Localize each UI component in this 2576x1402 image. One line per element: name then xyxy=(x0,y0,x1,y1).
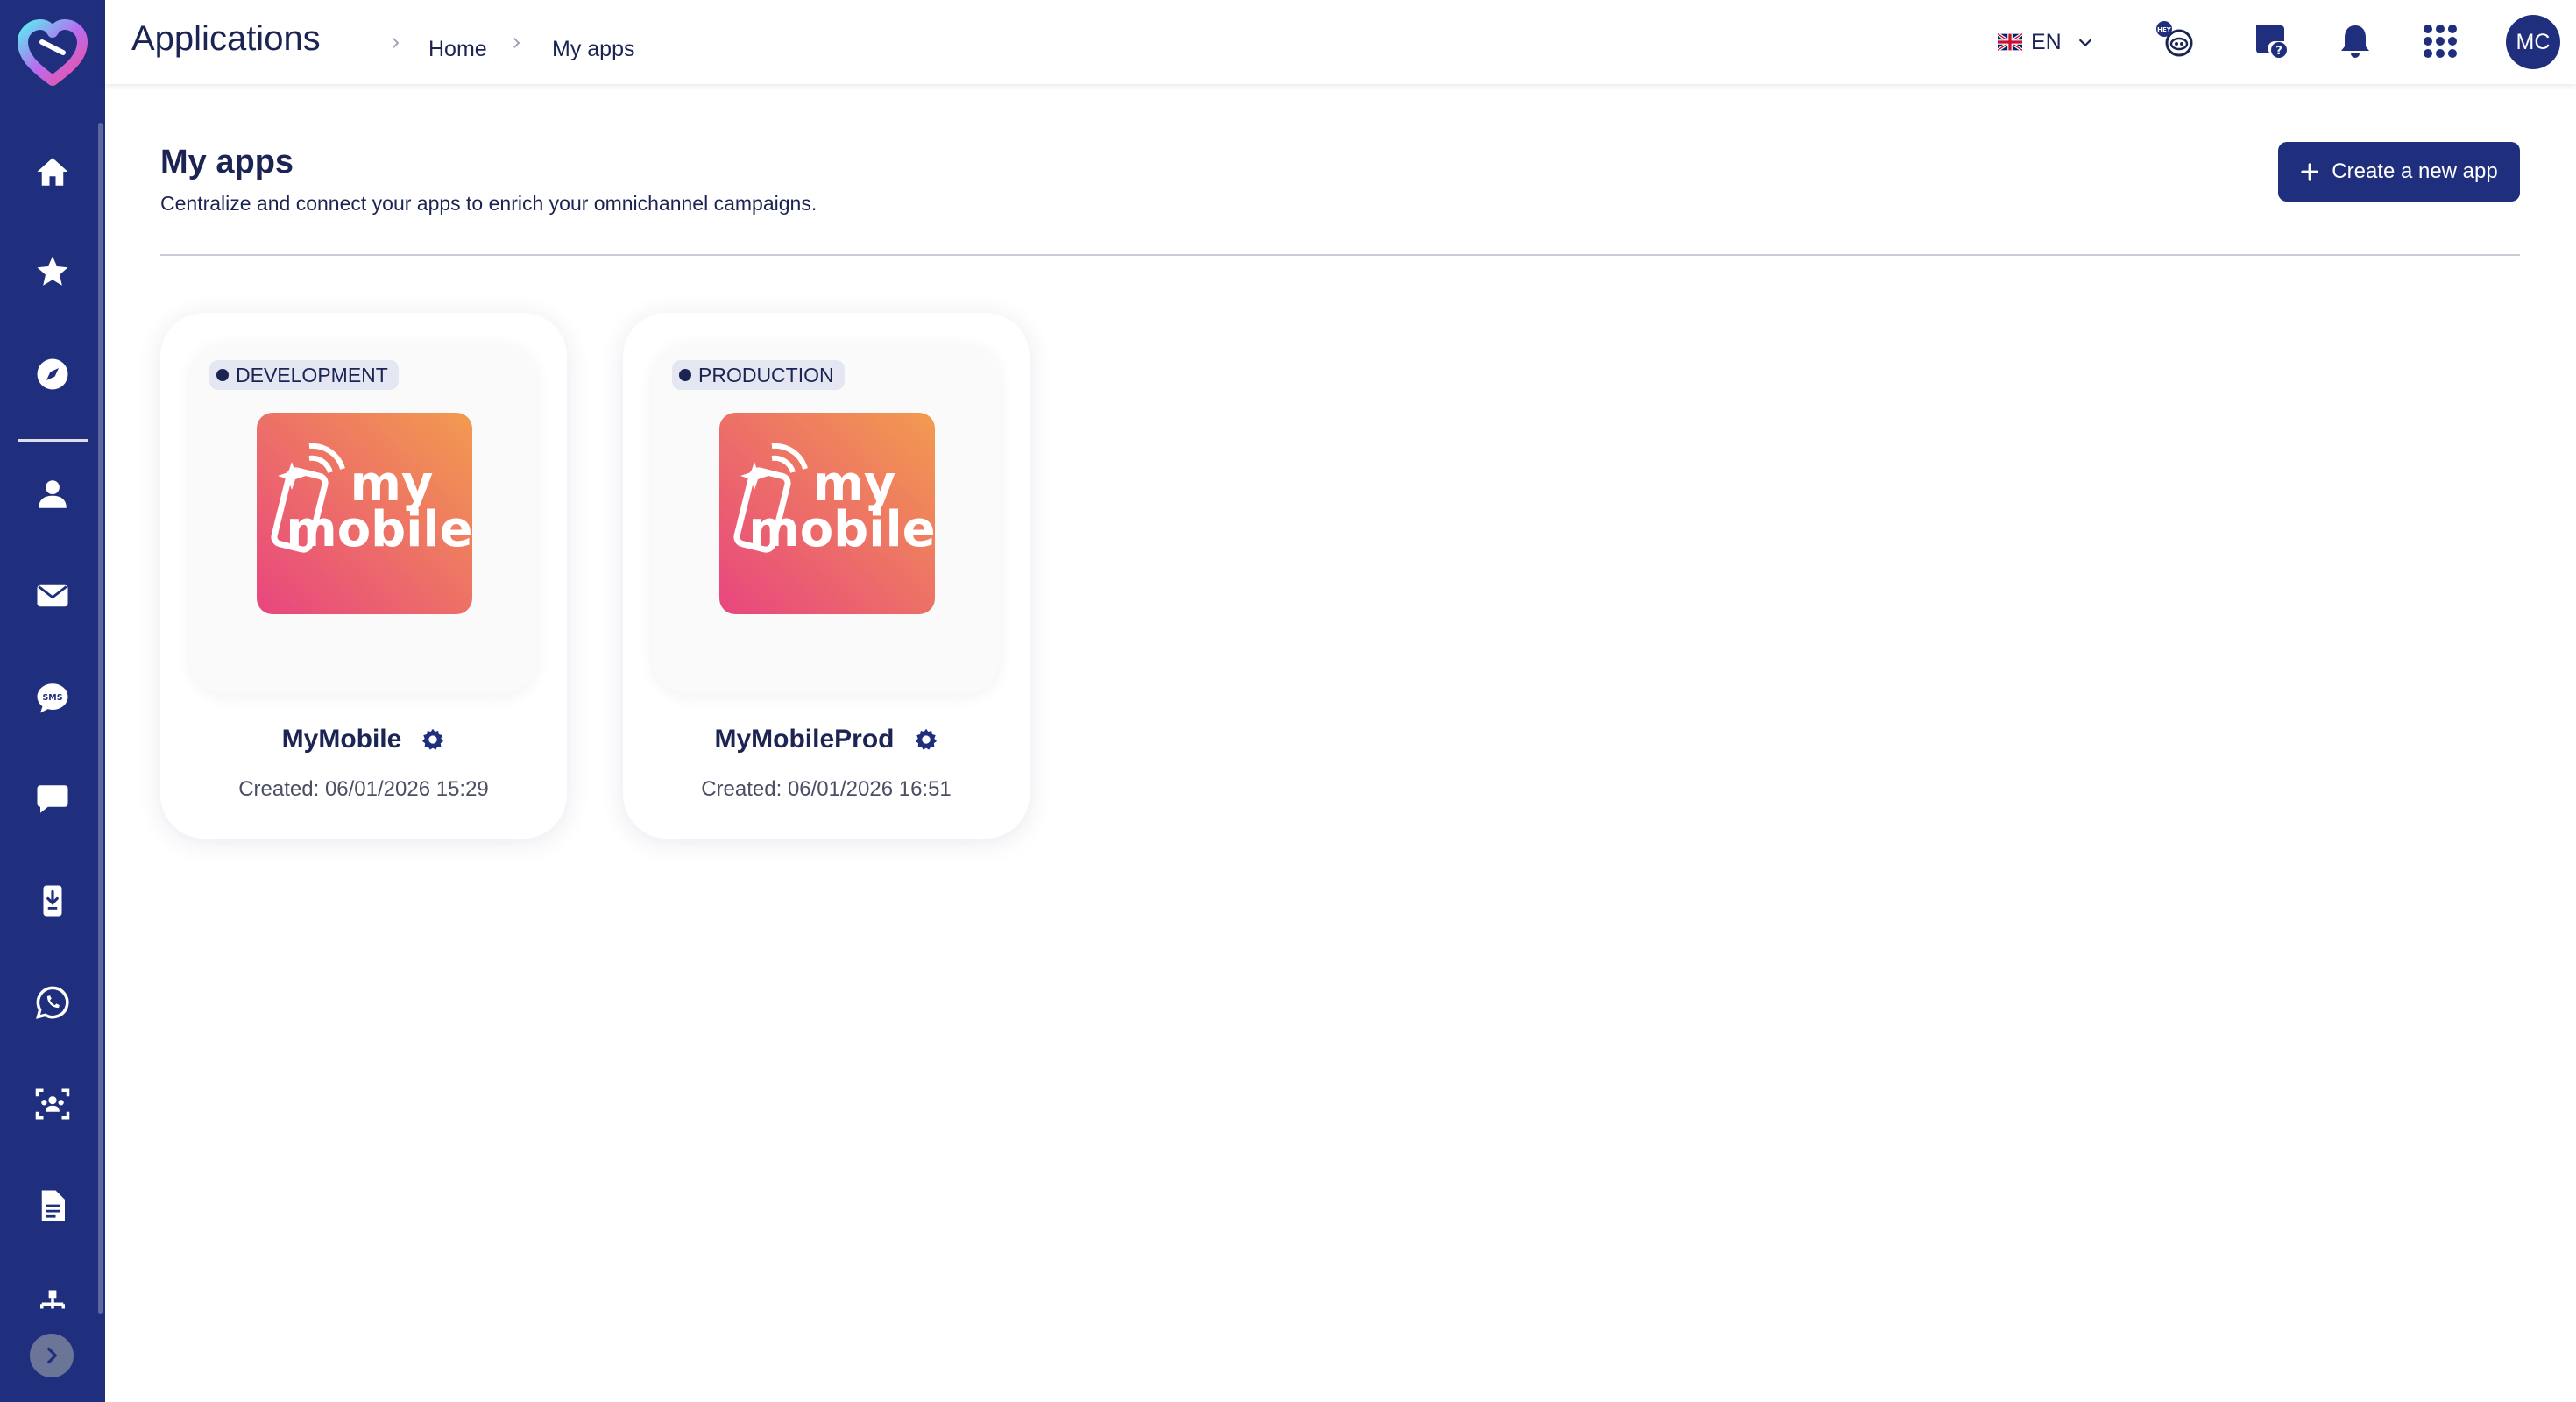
sidebar-item-hierarchy[interactable] xyxy=(26,1279,79,1332)
apps-grid-button[interactable] xyxy=(2417,18,2464,65)
breadcrumb-separator-icon xyxy=(393,38,400,48)
sidebar-scrollbar[interactable] xyxy=(98,123,103,1314)
sidebar: SMS xyxy=(0,0,105,1402)
sidebar-divider xyxy=(18,439,88,442)
sidebar-item-chat[interactable] xyxy=(26,773,79,825)
app-name[interactable]: MyMobileProd xyxy=(714,725,894,754)
environment-badge: PRODUCTION xyxy=(672,360,845,390)
sidebar-item-home[interactable] xyxy=(26,145,79,198)
mymobile-app-logo: my mobile xyxy=(257,413,472,614)
breadcrumb-separator-icon xyxy=(513,38,520,48)
plus-icon xyxy=(2301,163,2318,181)
help-center-icon: ? xyxy=(2256,25,2287,58)
language-label: EN xyxy=(2031,29,2062,54)
user-avatar[interactable]: MC xyxy=(2506,15,2560,69)
sidebar-item-whatsapp[interactable] xyxy=(26,976,79,1029)
sidebar-item-mobile-push[interactable] xyxy=(26,874,79,927)
app-name-row: MyMobileProd xyxy=(623,725,1030,754)
app-title: Applications xyxy=(131,19,321,58)
compass-icon xyxy=(37,358,68,390)
gear-icon[interactable] xyxy=(421,727,445,752)
sms-icon-label: SMS xyxy=(43,693,63,703)
notifications-button[interactable] xyxy=(2332,18,2379,65)
app-card[interactable]: DEVELOPMENT my mobile MyMobile Created: … xyxy=(160,313,567,839)
environment-label: PRODUCTION xyxy=(698,363,834,386)
hey-badge-label: HEY xyxy=(2157,26,2172,33)
page-subtitle: Centralize and connect your apps to enri… xyxy=(160,192,817,215)
sidebar-item-explore[interactable] xyxy=(26,348,79,400)
hey-assistant-icon: HEY xyxy=(2156,21,2193,57)
logo-text-mobile: mobile xyxy=(748,501,935,558)
app-card-preview: DEVELOPMENT my mobile xyxy=(190,343,537,693)
bell-icon xyxy=(2341,25,2369,58)
sidebar-item-favorites[interactable] xyxy=(26,245,79,298)
sidebar-item-documents[interactable] xyxy=(26,1179,79,1232)
star-icon xyxy=(37,256,68,286)
chat-icon xyxy=(37,785,68,813)
gear-icon[interactable] xyxy=(914,727,938,752)
email-icon xyxy=(37,584,68,607)
contact-icon xyxy=(39,480,67,508)
app-created-date: Created: 06/01/2026 16:51 xyxy=(701,777,952,801)
chevron-down-icon xyxy=(2078,39,2091,47)
language-selector[interactable]: EN xyxy=(1998,26,2095,58)
create-new-app-button[interactable]: Create a new app xyxy=(2278,142,2520,202)
status-dot xyxy=(216,369,229,381)
breadcrumb-my-apps[interactable]: My apps xyxy=(552,37,634,62)
uk-flag-icon xyxy=(1998,33,2022,51)
apps-grid-icon xyxy=(2424,25,2457,58)
sms-icon: SMS xyxy=(37,683,68,713)
breadcrumb-home[interactable]: Home xyxy=(428,37,487,62)
environment-badge: DEVELOPMENT xyxy=(209,360,399,390)
brand-logo-icon[interactable] xyxy=(16,16,89,89)
svg-text:?: ? xyxy=(2275,45,2282,58)
environment-label: DEVELOPMENT xyxy=(236,363,388,386)
whatsapp-icon xyxy=(36,986,69,1019)
page-title: My apps xyxy=(160,144,294,181)
app-card[interactable]: PRODUCTION my mobile MyMobileProd Create… xyxy=(623,313,1030,839)
app-created-date: Created: 06/01/2026 15:29 xyxy=(238,777,489,801)
header-divider xyxy=(160,254,2520,256)
status-dot xyxy=(679,369,691,381)
app-card-preview: PRODUCTION my mobile xyxy=(653,343,1000,693)
sidebar-item-sms[interactable]: SMS xyxy=(26,671,79,724)
sidebar-item-contacts[interactable] xyxy=(26,468,79,520)
logo-text-mobile: mobile xyxy=(286,501,472,558)
chevron-right-icon xyxy=(47,1347,57,1364)
sidebar-item-audience[interactable] xyxy=(26,1078,79,1130)
mymobile-app-logo: my mobile xyxy=(719,413,935,614)
hierarchy-icon xyxy=(40,1290,65,1309)
create-new-app-label: Create a new app xyxy=(2332,159,2498,183)
sidebar-item-email[interactable] xyxy=(26,570,79,622)
document-icon xyxy=(41,1190,65,1221)
home-icon xyxy=(37,158,68,186)
hey-assistant-button[interactable]: HEY xyxy=(2152,18,2199,65)
sidebar-expand-button[interactable] xyxy=(30,1334,74,1377)
app-name[interactable]: MyMobile xyxy=(282,725,402,754)
top-bar: Applications Home My apps EN HEY ? MC xyxy=(105,0,2576,84)
help-center-button[interactable]: ? xyxy=(2247,18,2294,65)
mobile-push-icon xyxy=(43,885,62,917)
app-name-row: MyMobile xyxy=(160,725,567,754)
audience-icon xyxy=(35,1088,70,1120)
